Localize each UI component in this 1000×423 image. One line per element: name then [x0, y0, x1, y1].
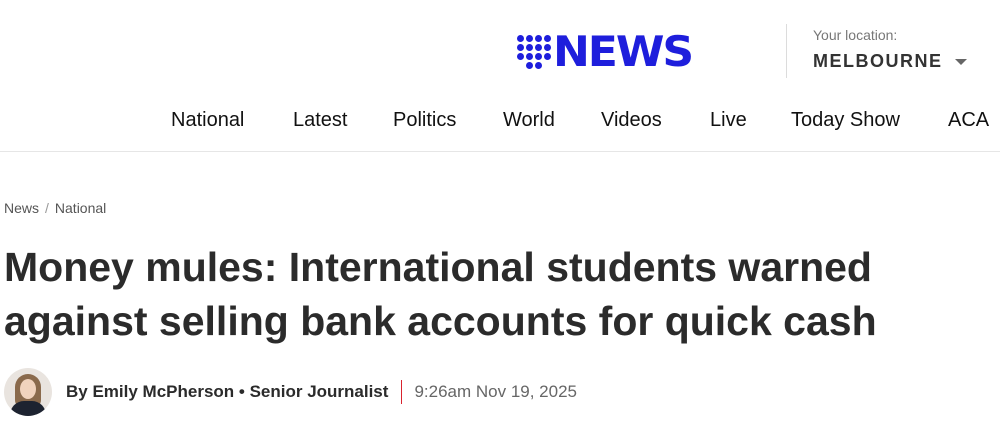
breadcrumb-news[interactable]: News — [4, 200, 39, 216]
nav-item-live[interactable]: Live — [710, 109, 747, 132]
article-headline: Money mules: International students warn… — [4, 244, 877, 344]
article-byline: By Emily McPherson • Senior Journalist 9… — [4, 368, 577, 416]
publish-timestamp: 9:26am Nov 19, 2025 — [414, 382, 577, 401]
location-selector[interactable]: MELBOURNE — [813, 51, 967, 72]
breadcrumb: News / National — [4, 200, 106, 216]
nav-item-world[interactable]: World — [503, 109, 555, 132]
author-name[interactable]: By Emily McPherson • Senior Journalist — [66, 382, 388, 402]
author-avatar[interactable] — [4, 368, 52, 416]
caret-down-icon — [954, 58, 967, 65]
nine-news-logo[interactable]: NEWS — [517, 30, 694, 74]
nav-item-today-show[interactable]: Today Show — [791, 109, 900, 132]
nav-item-national[interactable]: National — [171, 109, 244, 132]
nav-item-aca[interactable]: ACA — [948, 109, 989, 132]
location-divider — [786, 24, 787, 78]
breadcrumb-separator: / — [45, 200, 49, 216]
location-label: Your location: — [813, 27, 898, 43]
location-value: MELBOURNE — [813, 51, 943, 71]
nine-dots-icon — [517, 35, 551, 69]
nav-item-videos[interactable]: Videos — [601, 109, 662, 132]
byline-divider — [401, 380, 403, 404]
breadcrumb-national[interactable]: National — [55, 200, 106, 216]
nav-item-latest[interactable]: Latest — [293, 109, 347, 132]
logo-text: NEWS — [553, 27, 694, 76]
nav-item-politics[interactable]: Politics — [393, 109, 456, 132]
site-header: NEWS Your location: MELBOURNE National L… — [0, 0, 1000, 152]
